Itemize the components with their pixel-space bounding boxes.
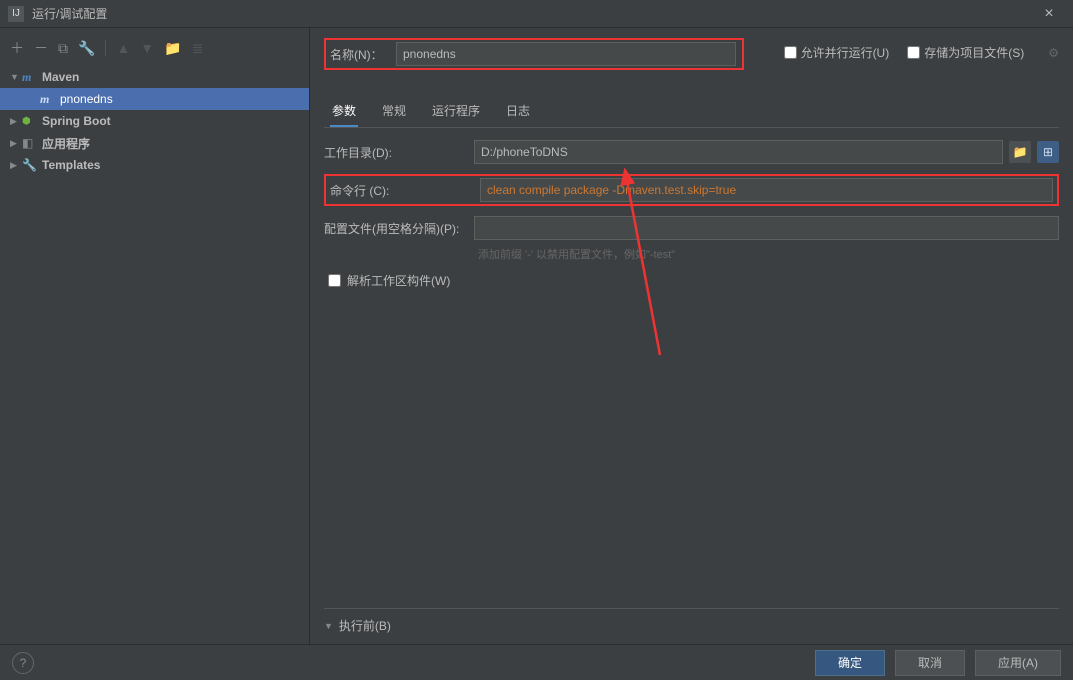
add-icon[interactable]: ＋ bbox=[10, 38, 24, 58]
remove-icon[interactable]: － bbox=[34, 38, 48, 58]
window-title: 运行/调试配置 bbox=[32, 5, 107, 22]
close-icon[interactable]: × bbox=[1033, 0, 1065, 28]
ok-button[interactable]: 确定 bbox=[815, 650, 885, 676]
name-label: 名称(N)： bbox=[330, 46, 386, 63]
before-run-label: 执行前(B) bbox=[339, 617, 391, 634]
profiles-hint: 添加前缀 '-' 以禁用配置文件，例如"-test" bbox=[324, 246, 1059, 262]
copy-icon[interactable]: ⧉ bbox=[58, 40, 68, 57]
wrench-icon: 🔧 bbox=[22, 158, 38, 172]
profiles-input[interactable] bbox=[474, 216, 1059, 240]
profiles-label: 配置文件(用空格分隔)(P): bbox=[324, 220, 474, 237]
down-icon[interactable]: ▼ bbox=[140, 40, 154, 56]
chevron-right-icon: ▶ bbox=[10, 138, 22, 149]
workdir-input[interactable] bbox=[474, 140, 1003, 164]
allow-parallel-checkbox[interactable]: 允许并行运行(U) bbox=[784, 44, 890, 61]
tab-params[interactable]: 参数 bbox=[330, 96, 358, 127]
help-icon[interactable]: ? bbox=[12, 652, 34, 674]
allow-parallel-label: 允许并行运行(U) bbox=[801, 44, 890, 61]
chevron-down-icon[interactable]: ▼ bbox=[324, 621, 333, 631]
application-icon: ◧ bbox=[22, 136, 38, 150]
cancel-button[interactable]: 取消 bbox=[895, 650, 965, 676]
tree-label: Maven bbox=[42, 70, 79, 84]
workdir-label: 工作目录(D): bbox=[324, 144, 474, 161]
tab-runner[interactable]: 运行程序 bbox=[430, 96, 482, 127]
tree-label: 应用程序 bbox=[42, 135, 90, 152]
tab-general[interactable]: 常规 bbox=[380, 96, 408, 127]
separator bbox=[105, 40, 106, 56]
tree-node-templates[interactable]: ▶ 🔧 Templates bbox=[0, 154, 309, 176]
store-project-label: 存储为项目文件(S) bbox=[924, 44, 1024, 61]
command-label: 命令行 (C): bbox=[330, 182, 480, 199]
gear-icon[interactable]: ⚙ bbox=[1048, 46, 1059, 60]
tree-label: pnonedns bbox=[60, 92, 113, 106]
wrench-icon[interactable]: 🔧 bbox=[78, 40, 95, 57]
tree-node-config[interactable]: m pnonedns bbox=[0, 88, 309, 110]
command-input[interactable] bbox=[480, 178, 1053, 202]
tree-label: Spring Boot bbox=[42, 114, 111, 128]
folder-icon[interactable]: 📁 bbox=[164, 40, 181, 57]
up-icon[interactable]: ▲ bbox=[116, 40, 130, 56]
spring-icon: ⬢ bbox=[22, 116, 38, 127]
tree-node-maven[interactable]: ▼ m Maven bbox=[0, 66, 309, 88]
tree-label: Templates bbox=[42, 158, 100, 172]
resolve-workspace-checkbox[interactable] bbox=[328, 274, 341, 287]
maven-icon: m bbox=[40, 92, 56, 107]
chevron-right-icon: ▶ bbox=[10, 160, 22, 171]
store-project-checkbox[interactable]: 存储为项目文件(S) bbox=[907, 44, 1024, 61]
maven-icon: m bbox=[22, 70, 38, 85]
app-icon: IJ bbox=[8, 6, 24, 22]
resolve-workspace-label: 解析工作区构件(W) bbox=[347, 272, 450, 289]
apply-button[interactable]: 应用(A) bbox=[975, 650, 1061, 676]
chevron-down-icon: ▼ bbox=[10, 72, 22, 82]
chevron-right-icon: ▶ bbox=[10, 116, 22, 127]
tree-node-app[interactable]: ▶ ◧ 应用程序 bbox=[0, 132, 309, 154]
config-toolbar: ＋ － ⧉ 🔧 ▲ ▼ 📁 ≣ bbox=[0, 34, 309, 62]
tree-node-spring[interactable]: ▶ ⬢ Spring Boot bbox=[0, 110, 309, 132]
insert-path-icon[interactable]: ⊞ bbox=[1037, 141, 1059, 163]
name-input[interactable] bbox=[396, 42, 736, 66]
browse-icon[interactable]: 📁 bbox=[1009, 141, 1031, 163]
tab-logs[interactable]: 日志 bbox=[504, 96, 532, 127]
sort-icon[interactable]: ≣ bbox=[192, 40, 204, 57]
